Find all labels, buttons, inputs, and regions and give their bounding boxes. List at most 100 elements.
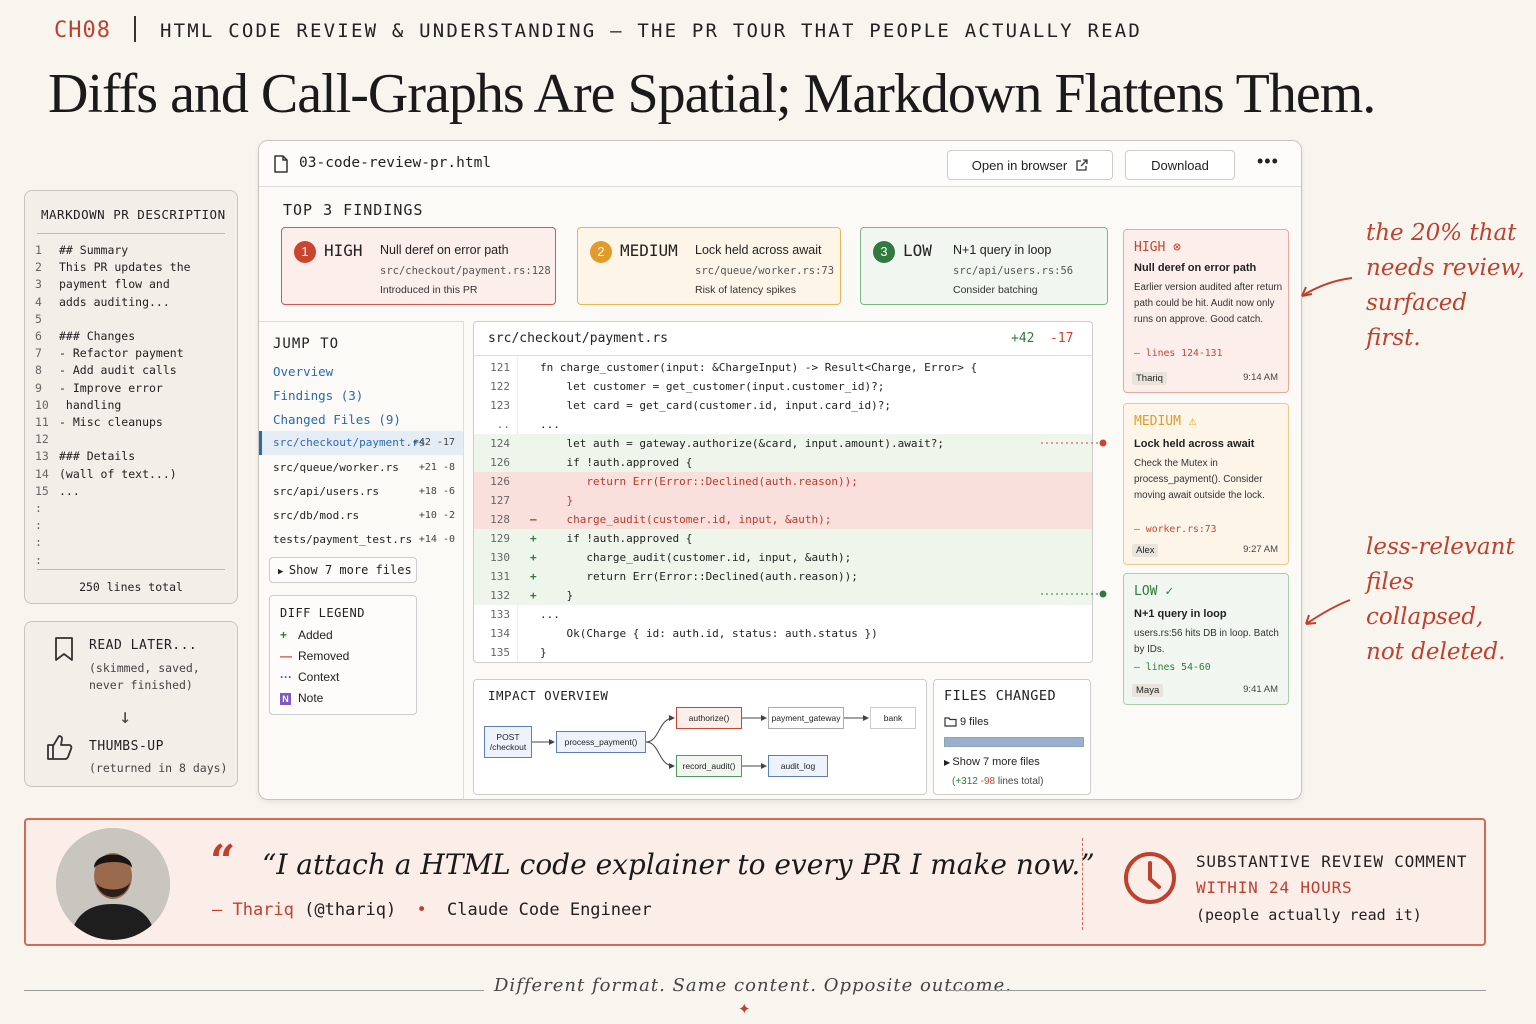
jump-to-sidebar: JUMP TO Overview Findings (3) Changed Fi…	[259, 321, 464, 799]
node-payment-gateway[interactable]: payment_gateway	[768, 707, 844, 729]
finding-note: Introduced in this PR	[380, 284, 478, 296]
diff-line-code: ...	[540, 418, 560, 431]
line-text: This PR updates the	[59, 260, 191, 275]
line-text: ### Details	[59, 449, 136, 464]
node-post-checkout[interactable]: POST /checkout	[484, 726, 532, 758]
more-options-icon[interactable]: •••	[1257, 151, 1279, 172]
chapter-divider	[134, 16, 136, 42]
line-number: 3	[35, 277, 42, 292]
check-icon: ✓	[1165, 584, 1174, 599]
legend-item: + Added	[280, 628, 333, 642]
comment-severity: MEDIUM ⚠	[1134, 414, 1197, 429]
diff-line-code: charge_audit(customer.id, input, &auth);	[540, 513, 832, 526]
diff-line-code: Ok(Charge { id: auth.id, status: auth.st…	[540, 627, 878, 640]
line-text: (wall of text...)	[59, 466, 177, 481]
diff-line-number: 121	[490, 361, 510, 374]
node-process-payment[interactable]: process_payment()	[556, 731, 646, 753]
page-title: Diffs and Call-Graphs Are Spatial; Markd…	[48, 63, 1376, 125]
finding-card-low[interactable]: 3 LOW N+1 query in loop src/api/users.rs…	[860, 227, 1108, 305]
diff-line-code: }	[540, 589, 574, 602]
show-more-files-link[interactable]: ▶ Show 7 more files	[944, 756, 1040, 768]
comment-ref[interactable]: — worker.rs:73	[1134, 524, 1217, 535]
clock-icon	[1124, 852, 1176, 904]
legend-item: N Note	[280, 691, 323, 705]
diff-line-number: 127	[490, 494, 510, 507]
diff-line: 127 }	[474, 491, 1092, 510]
file-item-active[interactable]: src/checkout/payment.rs +42 -17	[259, 431, 463, 455]
finding-title: Lock held across await	[695, 243, 822, 257]
annotation-arrow-icon	[1305, 599, 1351, 625]
diff-line-code: return Err(Error::Declined(auth.reason))…	[540, 570, 858, 583]
line-number: 14	[35, 466, 49, 481]
diff-line: 133...	[474, 605, 1092, 624]
comment-severity: LOW ✓	[1134, 584, 1173, 599]
comment-time: 9:41 AM	[1243, 684, 1278, 695]
comment-time: 9:14 AM	[1243, 372, 1278, 383]
comment-ref[interactable]: — lines 54-60	[1134, 662, 1211, 673]
jump-link-overview[interactable]: Overview	[273, 364, 333, 379]
finding-path: src/api/users.rs:56	[953, 265, 1074, 277]
review-comment-high[interactable]: HIGH ⊗ Null deref on error path Earlier …	[1123, 229, 1289, 393]
person-avatar-icon	[56, 828, 170, 940]
file-item[interactable]: src/db/mod.rs +10 -2	[259, 504, 463, 528]
diff-line-sign: +	[530, 589, 537, 602]
comment-time: 9:27 AM	[1243, 544, 1278, 555]
file-item-delta: +42 -17	[412, 437, 455, 448]
total-suffix: lines total)	[997, 776, 1044, 787]
legend-label: Context	[298, 670, 340, 684]
comment-user: Thariq	[1132, 372, 1167, 385]
show-more-files-button[interactable]: ▶ Show 7 more files	[269, 557, 417, 583]
diff-line-number: 128	[490, 513, 510, 526]
markdown-line: :	[35, 553, 59, 567]
line-number: 7	[35, 346, 42, 361]
diff-line-number: 123	[490, 399, 510, 412]
markdown-line: :	[35, 535, 59, 549]
markdown-line: 3 payment flow and	[35, 277, 170, 291]
markdown-total: 250 lines total	[79, 580, 183, 594]
node-audit-log[interactable]: audit_log	[768, 755, 828, 777]
external-link-icon	[1076, 158, 1088, 171]
markdown-line: 12	[35, 432, 59, 446]
file-item[interactable]: tests/payment_test.rs +14 -0	[259, 528, 463, 552]
files-changed-bar	[944, 737, 1084, 747]
jump-link-findings[interactable]: Findings (3)	[273, 388, 363, 403]
node-record-audit[interactable]: record_audit()	[676, 755, 742, 777]
line-number: 13	[35, 449, 49, 464]
quote-mark-icon: “	[210, 836, 236, 887]
file-item-delta: +18 -6	[418, 486, 455, 497]
comment-severity-label: LOW	[1134, 584, 1158, 599]
finding-card-high[interactable]: 1 HIGH Null deref on error path src/chec…	[281, 227, 556, 305]
author-handle: (@thariq)	[304, 900, 397, 920]
diff-line-code: }	[540, 646, 547, 659]
window-filename: 03-code-review-pr.html	[299, 155, 492, 171]
finding-title: N+1 query in loop	[953, 243, 1052, 257]
comment-ref[interactable]: — lines 124-131	[1134, 348, 1222, 359]
comment-body: users.rs:56 hits DB in loop. Batch by ID…	[1134, 628, 1279, 655]
node-bank[interactable]: bank	[870, 707, 916, 729]
read-later-label: READ LATER...	[89, 638, 198, 653]
total-added: (+312	[952, 776, 978, 787]
line-number: :	[35, 535, 42, 550]
code-diff-panel: src/checkout/payment.rs +42 -17 121 fn ch…	[473, 321, 1093, 663]
bookmark-icon	[55, 637, 73, 661]
markdown-line: 14 (wall of text...)	[35, 467, 177, 481]
jump-link-changed-files[interactable]: Changed Files (9)	[273, 412, 401, 427]
diff-line-sign: +	[530, 570, 537, 583]
file-item[interactable]: src/api/users.rs +18 -6	[259, 480, 463, 504]
review-comment-medium[interactable]: MEDIUM ⚠ Lock held across await Check th…	[1123, 403, 1289, 565]
files-changed-panel: FILES CHANGED 9 files ▶ Show 7 more file…	[933, 679, 1091, 795]
finding-card-medium[interactable]: 2 MEDIUM Lock held across await src/queu…	[577, 227, 841, 305]
divider	[37, 569, 225, 570]
node-authorize[interactable]: authorize()	[676, 707, 742, 729]
review-comment-low[interactable]: LOW ✓ N+1 query in loop users.rs:56 hits…	[1123, 573, 1289, 705]
line-number: 1	[35, 243, 42, 257]
legend-header: DIFF LEGEND	[280, 606, 365, 620]
line-number: :	[35, 552, 42, 567]
open-in-browser-button[interactable]: Open in browser	[947, 150, 1113, 180]
diff-line-number: 131	[490, 570, 510, 583]
download-button[interactable]: Download	[1125, 150, 1235, 180]
file-icon	[274, 155, 288, 173]
file-item[interactable]: src/queue/worker.rs +21 -8	[259, 456, 463, 480]
line-text: ...	[59, 483, 80, 498]
diff-line-sign: –	[530, 513, 537, 526]
